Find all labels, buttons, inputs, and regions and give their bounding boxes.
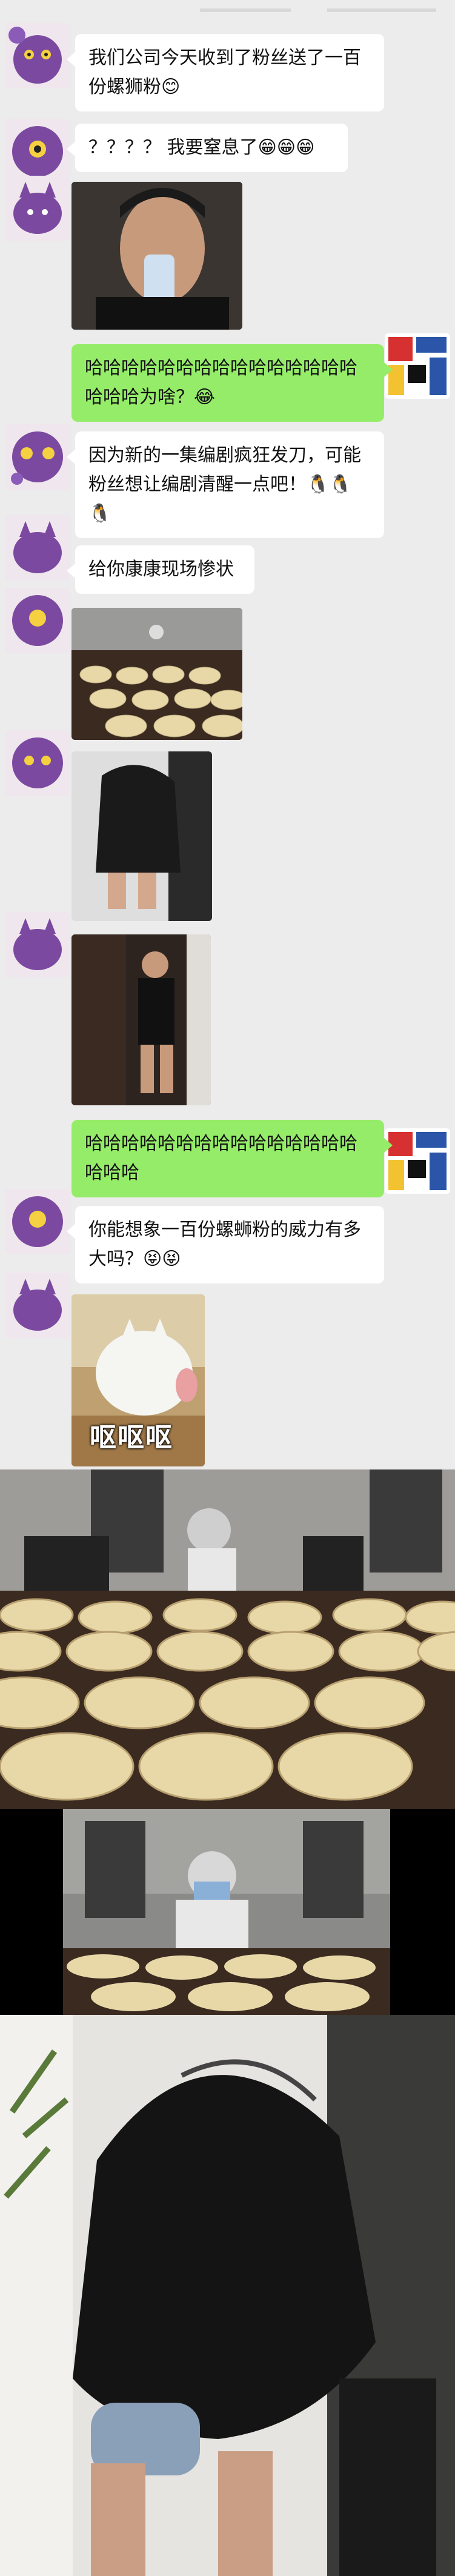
contact-avatar[interactable] <box>5 1273 70 1338</box>
my-avatar[interactable] <box>385 1128 450 1194</box>
message-text: 你能想象一百份螺蛳粉的威力有多大吗？😝😝 <box>88 1219 361 1270</box>
message-bubble[interactable]: 给你康康现场惨状 <box>67 545 254 594</box>
contact-avatar[interactable] <box>5 1189 70 1254</box>
contact-avatar[interactable] <box>5 912 70 977</box>
sticker-image[interactable]: 呕呕呕 <box>71 1294 205 1466</box>
contact-avatar[interactable] <box>5 119 70 184</box>
chat-area: 我们公司今天收到了粉丝送了一百份螺狮粉😊 ？？？？ 我要窒息了😁😁😁 哈哈哈哈哈… <box>0 0 455 1469</box>
chat-image[interactable] <box>71 751 212 921</box>
expanded-image-woman[interactable] <box>0 1809 455 2015</box>
contact-avatar[interactable] <box>5 23 70 88</box>
message-bubble[interactable]: 因为新的一集编剧疯狂发刀，可能粉丝想让编剧清醒一点吧！🐧🐧🐧 <box>67 431 384 538</box>
message-bubble[interactable]: 哈哈哈哈哈哈哈哈哈哈哈哈哈哈哈哈哈哈 <box>71 1120 393 1197</box>
sticker-caption: 呕呕呕 <box>90 1422 173 1453</box>
message-bubble[interactable]: 我们公司今天收到了粉丝送了一百份螺狮粉😊 <box>67 34 384 111</box>
message-bubble[interactable]: 哈哈哈哈哈哈哈哈哈哈哈哈哈哈哈哈哈哈为啥？😂 <box>71 344 393 422</box>
contact-avatar[interactable] <box>5 515 70 581</box>
message-text: 哈哈哈哈哈哈哈哈哈哈哈哈哈哈哈哈哈哈为啥？😂 <box>85 358 357 408</box>
message-bubble[interactable]: 你能想象一百份螺蛳粉的威力有多大吗？😝😝 <box>67 1206 384 1283</box>
expanded-image-bowls[interactable] <box>0 1469 455 1809</box>
contact-avatar[interactable] <box>5 730 70 796</box>
contact-avatar[interactable] <box>5 424 70 490</box>
message-text: 我们公司今天收到了粉丝送了一百份螺狮粉😊 <box>88 47 361 98</box>
contact-avatar[interactable] <box>5 176 70 241</box>
message-bubble[interactable]: ？？？？ 我要窒息了😁😁😁 <box>67 124 348 172</box>
chat-image[interactable] <box>71 934 211 1105</box>
my-avatar[interactable] <box>385 333 450 399</box>
chat-image[interactable] <box>71 182 242 330</box>
expanded-image-bag[interactable] <box>0 2015 455 2576</box>
contact-avatar[interactable] <box>5 588 70 653</box>
status-bar <box>0 0 455 21</box>
message-text: 给你康康现场惨状 <box>88 559 234 580</box>
message-text: 因为新的一集编剧疯狂发刀，可能粉丝想让编剧清醒一点吧！🐧🐧🐧 <box>88 445 361 524</box>
chat-image[interactable] <box>71 608 242 740</box>
message-text: ？？？？ 我要窒息了😁😁😁 <box>88 137 315 158</box>
message-text: 哈哈哈哈哈哈哈哈哈哈哈哈哈哈哈哈哈哈 <box>85 1133 357 1183</box>
